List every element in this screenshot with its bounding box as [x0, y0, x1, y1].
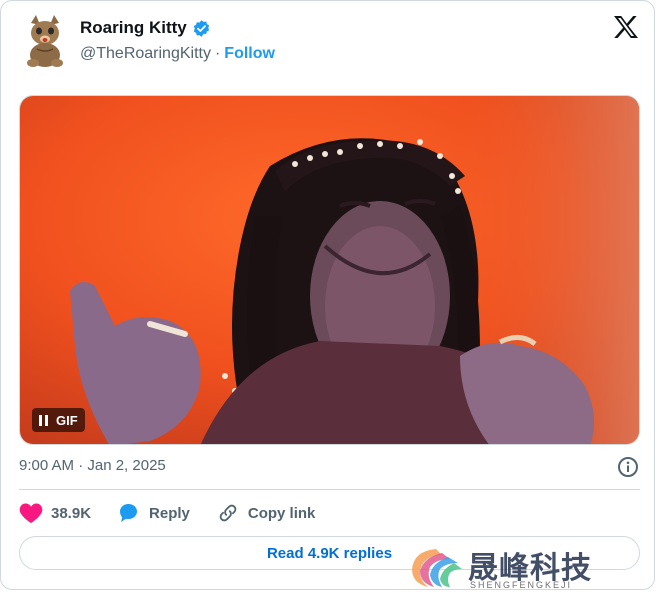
divider	[19, 489, 640, 490]
info-icon[interactable]	[617, 456, 639, 478]
read-replies-label: Read 4.9K replies	[266, 544, 393, 562]
reply-label: Reply	[149, 504, 190, 522]
tweet-card: Roaring Kitty @TheRoaringKitty · Follow	[0, 0, 655, 590]
copy-link-button[interactable]: Copy link	[216, 502, 316, 524]
copy-link-label: Copy link	[247, 504, 316, 522]
reply-bubble-icon	[120, 504, 138, 522]
like-button[interactable]: 38.9K	[19, 502, 91, 524]
verified-badge-icon	[192, 19, 211, 38]
reply-button[interactable]: Reply	[117, 502, 190, 524]
gif-badge[interactable]: GIF	[32, 408, 85, 432]
watermark: 晟峰科技 SHENGFENGKEJI	[406, 543, 606, 591]
author-handle-row: @TheRoaringKitty · Follow	[80, 45, 275, 63]
watermark-logo-icon	[412, 549, 462, 587]
tweet-timestamp[interactable]: 9:00 AM · Jan 2, 2025	[19, 457, 166, 474]
author-handle[interactable]: @TheRoaringKitty	[80, 45, 211, 63]
author-name-row[interactable]: Roaring Kitty	[80, 18, 211, 38]
gif-label: GIF	[56, 412, 78, 428]
like-count: 38.9K	[51, 504, 92, 522]
author-display-name[interactable]: Roaring Kitty	[80, 18, 187, 38]
pause-icon[interactable]	[39, 414, 48, 426]
link-icon	[219, 504, 237, 522]
avatar[interactable]	[23, 13, 67, 69]
kitten-avatar-icon	[23, 13, 67, 69]
gif-frame-image	[20, 96, 639, 444]
heart-icon	[19, 503, 43, 523]
watermark-english: SHENGFENGKEJI	[470, 580, 573, 590]
gif-media[interactable]: GIF	[19, 95, 640, 445]
follow-button[interactable]: Follow	[224, 45, 275, 63]
action-bar: 38.9K Reply Copy link	[19, 501, 341, 525]
x-logo-icon[interactable]	[613, 15, 639, 39]
handle-separator: ·	[214, 45, 221, 62]
